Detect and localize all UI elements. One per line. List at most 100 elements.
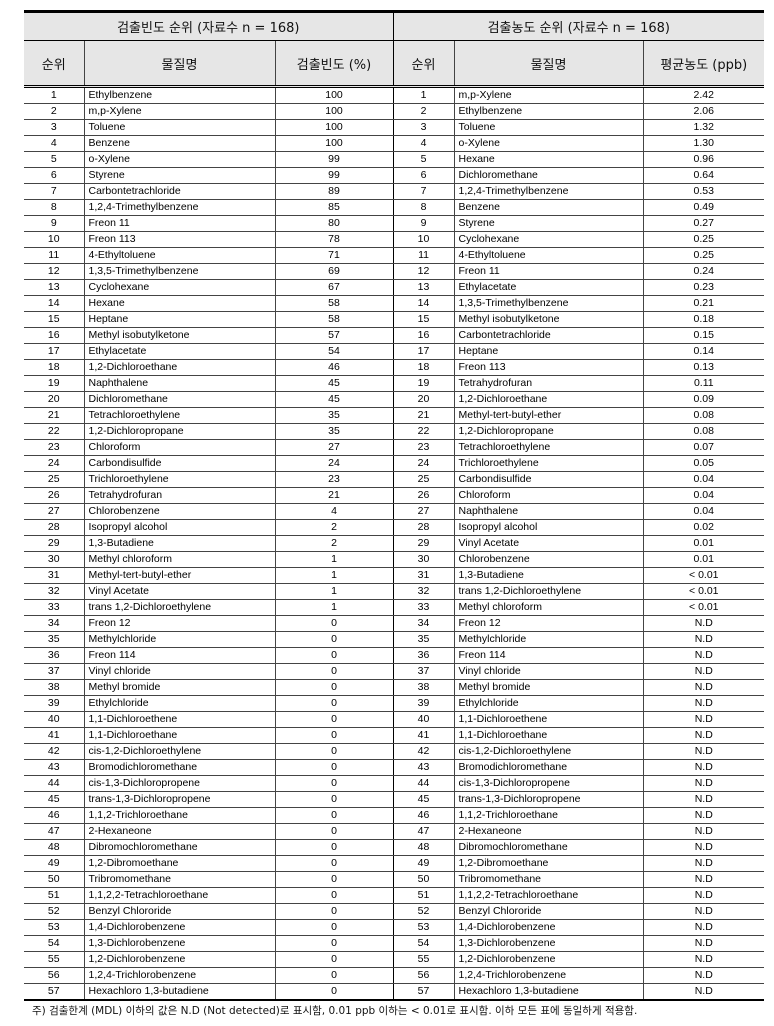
cell-substance: 1,2,4-Trichlorobenzene [83, 967, 275, 984]
cell-rank: 36 [24, 647, 84, 664]
cell-frequency: 0 [274, 935, 394, 952]
cell-substance-2: 4-Ethyltoluene [453, 247, 644, 264]
cell-concentration: 1.30 [642, 135, 765, 152]
cell-substance-2: Ethylacetate [453, 279, 644, 296]
cell-frequency: 4 [274, 503, 394, 520]
cell-frequency: 0 [274, 919, 394, 936]
cell-concentration: 0.27 [642, 215, 765, 232]
cell-substance-2: Freon 12 [453, 615, 644, 632]
cell-concentration: N.D [642, 919, 765, 936]
cell-frequency: 100 [274, 103, 394, 120]
cell-rank: 27 [24, 503, 84, 520]
cell-frequency: 23 [274, 471, 394, 488]
cell-substance-2: 1,1-Dichloroethane [453, 727, 644, 744]
cell-substance: Methyl-tert-butyl-ether [83, 567, 275, 584]
table-row: 3 Toluene 100 3 Toluene 1.32 [24, 119, 765, 136]
cell-substance: 1,2-Dibromoethane [83, 855, 275, 872]
cell-concentration: N.D [642, 951, 765, 968]
cell-rank: 2 [24, 103, 84, 120]
table-row: 43 Bromodichloromethane 0 43 Bromodichlorome… [24, 759, 765, 776]
cell-substance: 1,4-Dichlorobenzene [83, 919, 275, 936]
cell-substance: 4-Ethyltoluene [83, 247, 275, 264]
cell-concentration: < 0.01 [642, 583, 765, 600]
cell-rank: 43 [24, 759, 84, 776]
cell-substance: Freon 12 [83, 615, 275, 632]
cell-substance: Naphthalene [83, 375, 275, 392]
cell-substance-2: Methyl bromide [453, 679, 644, 696]
cell-rank: 3 [24, 119, 84, 136]
cell-concentration: N.D [642, 743, 765, 760]
cell-rank: 50 [24, 871, 84, 888]
cell-frequency: 27 [274, 439, 394, 456]
table-row: 14 Hexane 58 14 1,3,5-Trimethylbenzene 0.21 [24, 295, 765, 312]
cell-rank: 16 [24, 327, 84, 344]
cell-frequency: 54 [274, 343, 394, 360]
cell-rank: 53 [24, 919, 84, 936]
cell-substance: 1,1,2,2-Tetrachloroethane [83, 887, 275, 904]
cell-concentration: 0.09 [642, 391, 765, 408]
cell-frequency: 0 [274, 951, 394, 968]
cell-substance-2: 1,3-Butadiene [453, 567, 644, 584]
table-row: 13 Cyclohexane 67 13 Ethylacetate 0.23 [24, 279, 765, 296]
cell-substance: Tribromomethane [83, 871, 275, 888]
cell-rank-2: 57 [392, 983, 455, 1001]
table-row: 48 Dibromochloromethane 0 48 Dibromochlorome… [24, 839, 765, 856]
cell-substance-2: Styrene [453, 215, 644, 232]
cell-rank: 30 [24, 551, 84, 568]
cell-substance-2: Chloroform [453, 487, 644, 504]
cell-concentration: 1.32 [642, 119, 765, 136]
cell-concentration: < 0.01 [642, 599, 765, 616]
table-row: 57 Hexachloro 1,3-butadiene 0 57 Hexachloro … [24, 983, 765, 1001]
cell-frequency: 0 [274, 711, 394, 728]
cell-rank: 38 [24, 679, 84, 696]
cell-frequency: 0 [274, 791, 394, 808]
frequency-ranking-title: 검출빈도 순위 (자료수 n = 168) [24, 10, 394, 41]
cell-substance: Freon 113 [83, 231, 275, 248]
cell-rank-2: 52 [392, 903, 455, 920]
cell-concentration: N.D [642, 839, 765, 856]
cell-substance-2: cis-1,3-Dichloropropene [453, 775, 644, 792]
cell-substance: Ethylacetate [83, 343, 275, 360]
cell-rank: 29 [24, 535, 84, 552]
cell-substance: 1,2,4-Trimethylbenzene [83, 199, 275, 216]
cell-concentration: 0.08 [642, 423, 765, 440]
table-row: 40 1,1-Dichloroethene 0 40 1,1-Dichloroethen… [24, 711, 765, 728]
cell-frequency: 24 [274, 455, 394, 472]
cell-substance-2: 2-Hexaneone [453, 823, 644, 840]
cell-substance-2: trans-1,3-Dichloropropene [453, 791, 644, 808]
cell-substance: Methyl bromide [83, 679, 275, 696]
cell-concentration: N.D [642, 903, 765, 920]
cell-concentration: 0.21 [642, 295, 765, 312]
col-header-rank: 순위 [24, 40, 84, 88]
cell-rank-2: 43 [392, 759, 455, 776]
cell-frequency: 0 [274, 775, 394, 792]
cell-rank: 6 [24, 167, 84, 184]
cell-rank-2: 47 [392, 823, 455, 840]
cell-substance: Chloroform [83, 439, 275, 456]
cell-frequency: 0 [274, 967, 394, 984]
cell-concentration: 0.53 [642, 183, 765, 200]
table-row: 29 1,3-Butadiene 2 29 Vinyl Acetate 0.01 [24, 535, 765, 552]
cell-frequency: 0 [274, 743, 394, 760]
cell-concentration: N.D [642, 679, 765, 696]
cell-rank: 5 [24, 151, 84, 168]
table-row: 37 Vinyl chloride 0 37 Vinyl chloride N.D [24, 663, 765, 680]
cell-concentration: 0.01 [642, 551, 765, 568]
cell-rank: 15 [24, 311, 84, 328]
cell-substance-2: Carbondisulfide [453, 471, 644, 488]
table-row: 11 4-Ethyltoluene 71 11 4-Ethyltoluene 0.25 [24, 247, 765, 264]
cell-rank-2: 9 [392, 215, 455, 232]
cell-rank-2: 21 [392, 407, 455, 424]
cell-frequency: 0 [274, 727, 394, 744]
cell-rank: 26 [24, 487, 84, 504]
cell-substance-2: Tetrachloroethylene [453, 439, 644, 456]
cell-concentration: N.D [642, 983, 765, 1001]
cell-rank-2: 46 [392, 807, 455, 824]
cell-rank-2: 44 [392, 775, 455, 792]
cell-substance: o-Xylene [83, 151, 275, 168]
cell-concentration: 0.08 [642, 407, 765, 424]
table-row: 21 Tetrachloroethylene 35 21 Methyl-tert-but… [24, 407, 765, 424]
cell-concentration: N.D [642, 631, 765, 648]
cell-substance: 1,2-Dichlorobenzene [83, 951, 275, 968]
cell-rank: 31 [24, 567, 84, 584]
